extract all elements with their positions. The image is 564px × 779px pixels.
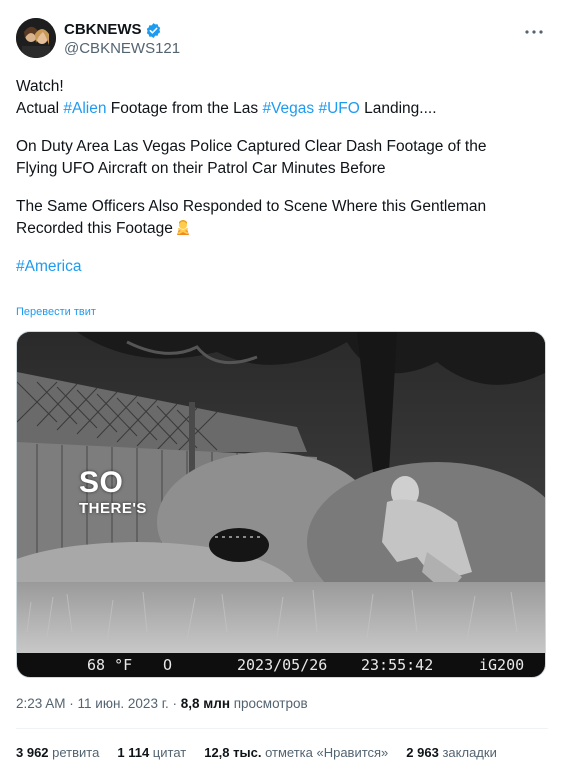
tweet-date[interactable]: 11 июн. 2023 г. bbox=[78, 696, 169, 711]
quotes-stat[interactable]: 1 114 цитат bbox=[117, 744, 186, 762]
tweet-line: Recorded this Footage bbox=[16, 218, 546, 240]
views-count: 8,8 млн bbox=[180, 696, 230, 711]
hud-date: 2023/05/26 bbox=[237, 656, 328, 674]
tweet-line: Actual #Alien Footage from the Las #Vega… bbox=[16, 100, 437, 117]
tweet-time[interactable]: 2:23 AM bbox=[16, 696, 66, 711]
tweet-line: The Same Officers Also Responded to Scen… bbox=[16, 198, 487, 215]
author-avatar[interactable] bbox=[16, 18, 56, 58]
tweet-line: Watch! bbox=[16, 78, 64, 95]
verified-badge-icon bbox=[145, 22, 162, 39]
translate-tweet-link[interactable]: Перевести твит bbox=[16, 305, 96, 319]
hud-camera-model: iG200 bbox=[479, 656, 525, 674]
hud-symbol: O bbox=[163, 656, 173, 674]
bookmarks-stat[interactable]: 2 963 закладки bbox=[406, 744, 497, 762]
tweet-meta: 2:23 AM · 11 июн. 2023 г. · 8,8 млн прос… bbox=[16, 696, 308, 711]
camera-hud-bar: 68 °F O 2023/05/26 23:55:42 iG200 bbox=[17, 653, 545, 677]
video-media[interactable]: SO THERE'S 68 °F O 2023/05/26 23:55:42 i… bbox=[16, 331, 546, 678]
tweet-text: Watch! Actual #Alien Footage from the La… bbox=[16, 76, 546, 278]
hashtag-america[interactable]: #America bbox=[16, 258, 81, 275]
video-overlay-caption-line1: SO bbox=[79, 466, 124, 499]
likes-stat[interactable]: 12,8 тыс. отметка «Нравится» bbox=[204, 744, 388, 762]
hud-temperature: 68 °F bbox=[87, 656, 133, 674]
tweet-line: On Duty Area Las Vegas Police Captured C… bbox=[16, 138, 487, 155]
hashtag-alien[interactable]: #Alien bbox=[63, 100, 106, 117]
author-display-name[interactable]: CBKNEWS bbox=[64, 21, 142, 39]
divider bbox=[16, 728, 548, 729]
engagement-stats: 3 962 ретвита 1 114 цитат 12,8 тыс. отме… bbox=[16, 744, 515, 762]
views-label: просмотров bbox=[229, 696, 308, 711]
hashtag-ufo[interactable]: #UFO bbox=[318, 100, 359, 117]
video-overlay-caption-line2: THERE'S bbox=[79, 500, 147, 517]
tweet-card: CBKNEWS @CBKNEWS121 Watch! Actual #Alien… bbox=[0, 0, 564, 779]
hud-time: 23:55:42 bbox=[361, 656, 434, 674]
author-handle[interactable]: @CBKNEWS121 bbox=[64, 40, 180, 58]
more-options-icon[interactable] bbox=[524, 22, 544, 42]
tweet-line: #America bbox=[16, 256, 546, 278]
person-gesturing-no-emoji-icon bbox=[175, 219, 191, 235]
tweet-line: Flying UFO Aircraft on their Patrol Car … bbox=[16, 160, 386, 177]
retweets-stat[interactable]: 3 962 ретвита bbox=[16, 744, 99, 762]
hashtag-vegas[interactable]: #Vegas bbox=[262, 100, 314, 117]
